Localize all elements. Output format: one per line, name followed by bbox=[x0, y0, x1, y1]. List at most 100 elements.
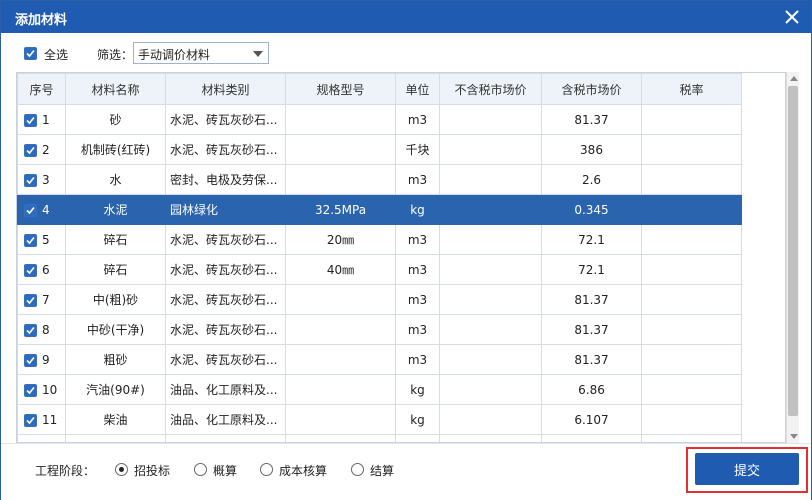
row-seq-number: 4 bbox=[42, 202, 50, 217]
table-row[interactable]: 11 柴油 油品、化工原料及... kg 6.107 bbox=[17, 404, 742, 435]
row-seq-number: 11 bbox=[42, 412, 58, 427]
cell-category: 油品、化工原料及... bbox=[165, 374, 286, 405]
table-row[interactable]: 10 汽油(90#) 油品、化工原料及... kg 6.86 bbox=[17, 374, 742, 405]
cell-name: 砂 bbox=[65, 104, 166, 135]
cell-seq: 12 bbox=[17, 434, 66, 442]
table-row[interactable]: 9 粗砂 水泥、砖瓦灰砂石... m3 81.37 bbox=[17, 344, 742, 375]
scroll-up-icon[interactable] bbox=[790, 76, 798, 81]
cell-price-incl-tax: 2.6 bbox=[541, 164, 642, 195]
header-tax-rate[interactable]: 税率 bbox=[641, 73, 742, 105]
header-price-excl-tax[interactable]: 不含税市场价 bbox=[439, 73, 542, 105]
cell-price-excl-tax bbox=[439, 104, 542, 135]
cell-category: 油品、化工原料及... bbox=[165, 404, 286, 435]
table-row[interactable]: 2 机制砖(红砖) 水泥、砖瓦灰砂石... 千块 386 bbox=[17, 134, 742, 165]
cell-price-excl-tax bbox=[439, 344, 542, 375]
table-row[interactable]: 12电密封、电极及劳保... kW·h 0.931 bbox=[17, 434, 742, 442]
scrollbar-thumb[interactable] bbox=[788, 86, 798, 416]
radio-estimate-label: 概算 bbox=[213, 464, 238, 478]
header-seq[interactable]: 序号 bbox=[17, 73, 66, 105]
cell-price-incl-tax: 6.86 bbox=[541, 374, 642, 405]
cell-seq: 6 bbox=[17, 254, 66, 285]
cell-unit: m3 bbox=[395, 284, 440, 315]
cell-category: 水泥、砖瓦灰砂石... bbox=[165, 104, 286, 135]
row-checkbox[interactable] bbox=[24, 233, 37, 247]
row-checkbox[interactable] bbox=[24, 413, 37, 427]
select-all-checkbox[interactable] bbox=[24, 47, 37, 60]
cell-tax-rate bbox=[641, 404, 742, 435]
cell-price-incl-tax: 72.1 bbox=[541, 224, 642, 255]
row-checkbox[interactable] bbox=[24, 293, 37, 307]
cell-price-excl-tax bbox=[439, 224, 542, 255]
cell-category: 密封、电极及劳保... bbox=[165, 164, 286, 195]
table-row[interactable]: 7 中(粗)砂 水泥、砖瓦灰砂石... m3 81.37 bbox=[17, 284, 742, 315]
radio-settlement[interactable] bbox=[351, 463, 364, 476]
cell-unit: kW·h bbox=[395, 434, 440, 442]
close-icon[interactable] bbox=[781, 6, 803, 28]
row-checkbox[interactable] bbox=[24, 113, 37, 127]
cell-name: 水泥 bbox=[65, 194, 166, 225]
header-unit[interactable]: 单位 bbox=[395, 73, 440, 105]
row-checkbox[interactable] bbox=[24, 203, 37, 217]
radio-bidding[interactable] bbox=[115, 463, 128, 476]
cell-seq: 11 bbox=[17, 404, 66, 435]
cell-seq: 3 bbox=[17, 164, 66, 195]
cell-price-incl-tax: 81.37 bbox=[541, 104, 642, 135]
cell-tax-rate bbox=[641, 104, 742, 135]
row-checkbox[interactable] bbox=[24, 353, 37, 367]
row-checkbox[interactable] bbox=[24, 383, 37, 397]
header-category[interactable]: 材料类别 bbox=[165, 73, 286, 105]
cell-seq: 9 bbox=[17, 344, 66, 375]
row-checkbox[interactable] bbox=[24, 173, 37, 187]
cell-price-excl-tax bbox=[439, 164, 542, 195]
submit-button[interactable]: 提交 bbox=[695, 453, 799, 485]
cell-name: 机制砖(红砖) bbox=[65, 134, 166, 165]
cell-price-excl-tax bbox=[439, 404, 542, 435]
table-row[interactable]: 1 砂水泥、砖瓦灰砂石... m3 81.37 bbox=[17, 104, 742, 135]
cell-spec: 40㎜ bbox=[285, 254, 396, 285]
cell-tax-rate bbox=[641, 224, 742, 255]
cell-category: 水泥、砖瓦灰砂石... bbox=[165, 224, 286, 255]
cell-name: 汽油(90#) bbox=[65, 374, 166, 405]
cell-name: 碎石 bbox=[65, 224, 166, 255]
radio-estimate[interactable] bbox=[194, 463, 207, 476]
dialog-title: 添加材料 bbox=[15, 13, 68, 28]
cell-seq: 5 bbox=[17, 224, 66, 255]
table-row[interactable]: 8 中砂(干净) 水泥、砖瓦灰砂石... m3 81.37 bbox=[17, 314, 742, 345]
cell-name: 中(粗)砂 bbox=[65, 284, 166, 315]
radio-settlement-label: 结算 bbox=[370, 464, 395, 478]
filter-label: 筛选： bbox=[97, 48, 134, 62]
row-seq-number: 3 bbox=[42, 172, 50, 187]
cell-price-incl-tax: 6.107 bbox=[541, 404, 642, 435]
table-row[interactable]: 5 碎石 水泥、砖瓦灰砂石... 20㎜ m3 72.1 bbox=[17, 224, 742, 255]
header-price-incl-tax[interactable]: 含税市场价 bbox=[541, 73, 642, 105]
table-row[interactable]: 6 碎石 水泥、砖瓦灰砂石... 40㎜ m3 72.1 bbox=[17, 254, 742, 285]
vertical-scrollbar[interactable] bbox=[786, 72, 799, 443]
row-checkbox[interactable] bbox=[24, 263, 37, 277]
header-spec[interactable]: 规格型号 bbox=[285, 73, 396, 105]
cell-category: 园林绿化 bbox=[165, 194, 286, 225]
scroll-down-icon[interactable] bbox=[790, 434, 798, 439]
cell-price-excl-tax bbox=[439, 314, 542, 345]
filter-select[interactable]: 手动调价材料 bbox=[133, 42, 269, 64]
cell-seq: 2 bbox=[17, 134, 66, 165]
cell-price-incl-tax: 81.37 bbox=[541, 314, 642, 345]
submit-highlight: 提交 bbox=[686, 447, 808, 493]
header-name[interactable]: 材料名称 bbox=[65, 73, 166, 105]
cell-tax-rate bbox=[641, 344, 742, 375]
table-row[interactable]: 4 水泥 园林绿化 32.5MPa kg 0.345 bbox=[17, 194, 742, 225]
cell-spec bbox=[285, 434, 396, 442]
cell-category: 水泥、砖瓦灰砂石... bbox=[165, 254, 286, 285]
cell-name: 碎石 bbox=[65, 254, 166, 285]
radio-cost-accounting[interactable] bbox=[260, 463, 273, 476]
row-checkbox[interactable] bbox=[24, 143, 37, 157]
toolbar: 全选 筛选： 手动调价材料 bbox=[1, 35, 811, 71]
select-all-label: 全选 bbox=[44, 48, 69, 62]
row-seq-number: 5 bbox=[42, 232, 50, 247]
row-checkbox[interactable] bbox=[24, 323, 37, 337]
table-row[interactable]: 3 水密封、电极及劳保... m3 2.6 bbox=[17, 164, 742, 195]
cell-category: 密封、电极及劳保... bbox=[165, 434, 286, 442]
dialog-titlebar: 添加材料 bbox=[1, 1, 811, 33]
cell-tax-rate bbox=[641, 284, 742, 315]
cell-price-excl-tax bbox=[439, 134, 542, 165]
cell-price-incl-tax: 0.931 bbox=[541, 434, 642, 442]
